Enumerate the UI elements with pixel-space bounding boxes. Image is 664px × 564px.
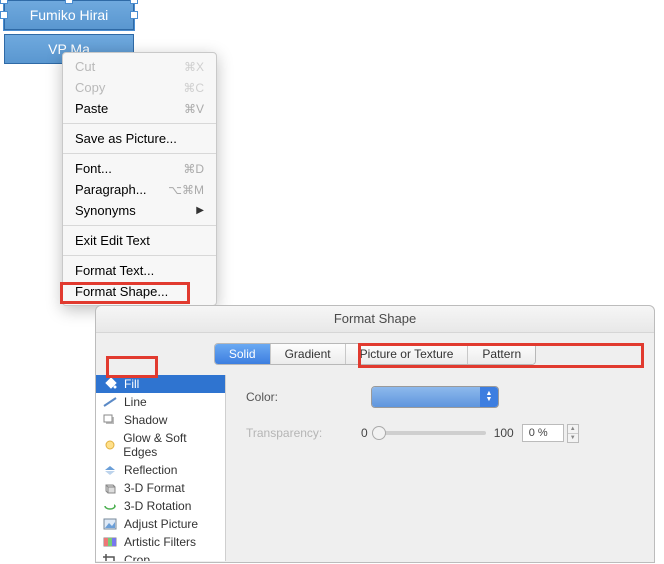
sidebar-item-label: Reflection <box>124 463 177 477</box>
transparency-value[interactable]: 0 % <box>522 424 564 442</box>
resize-handle-icon[interactable] <box>0 0 8 4</box>
ctx-separator <box>63 225 216 226</box>
resize-handle-icon[interactable] <box>130 0 138 4</box>
sidebar-item-label: Crop <box>124 553 150 561</box>
ctx-paragraph[interactable]: Paragraph... ⌥⌘M <box>63 179 216 200</box>
ctx-synonyms[interactable]: Synonyms ▶ <box>63 200 216 221</box>
ctx-format-shape[interactable]: Format Shape... <box>63 281 216 302</box>
ctx-cut: Cut ⌘X <box>63 56 216 77</box>
reflection-icon <box>102 463 118 477</box>
ctx-separator <box>63 255 216 256</box>
stepper-arrows-icon[interactable]: ▲▼ <box>480 387 498 407</box>
sidebar-item-3d-rotation[interactable]: 3-D Rotation <box>96 497 225 515</box>
sidebar-item-line[interactable]: Line <box>96 393 225 411</box>
ctx-label: Synonyms <box>75 203 136 218</box>
sidebar-item-shadow[interactable]: Shadow <box>96 411 225 429</box>
sidebar-item-artistic[interactable]: Artistic Filters <box>96 533 225 551</box>
shape-primary[interactable]: Fumiko Hirai <box>4 0 134 30</box>
color-swatch <box>372 387 480 407</box>
slider-max: 100 <box>494 426 514 440</box>
transparency-stepper[interactable]: ▲▼ <box>567 424 579 443</box>
sidebar-item-label: Adjust Picture <box>124 517 198 531</box>
ctx-label: Format Text... <box>75 263 154 278</box>
transparency-label: Transparency: <box>246 426 361 440</box>
ctx-shortcut: ⌘V <box>184 102 204 116</box>
resize-handle-icon[interactable] <box>0 11 8 19</box>
transparency-row: Transparency: 0 100 0 % ▲▼ <box>246 421 634 445</box>
sidebar-item-crop[interactable]: Crop <box>96 551 225 561</box>
transparency-slider[interactable] <box>376 431 486 435</box>
fill-type-tabs: Solid Gradient Picture or Texture Patter… <box>96 333 654 375</box>
ctx-font[interactable]: Font... ⌘D <box>63 158 216 179</box>
sidebar-item-3d-format[interactable]: 3-D Format <box>96 479 225 497</box>
category-sidebar: Fill Line Shadow Glow & Soft Edges <box>96 375 226 561</box>
tab-pattern[interactable]: Pattern <box>468 344 535 364</box>
ctx-separator <box>63 123 216 124</box>
sidebar-item-fill[interactable]: Fill <box>96 375 225 393</box>
fill-pane: Color: ▲▼ Transparency: 0 100 0 % ▲▼ <box>226 375 654 561</box>
resize-handle-icon[interactable] <box>130 11 138 19</box>
submenu-arrow-icon: ▶ <box>196 205 204 216</box>
ctx-label: Paste <box>75 101 108 116</box>
cube-icon <box>102 481 118 495</box>
ctx-label: Font... <box>75 161 112 176</box>
ctx-paste[interactable]: Paste ⌘V <box>63 98 216 119</box>
shadow-icon <box>102 413 118 427</box>
sidebar-item-adjust-picture[interactable]: Adjust Picture <box>96 515 225 533</box>
shape-text: Fumiko Hirai <box>30 7 109 23</box>
ctx-label: Save as Picture... <box>75 131 177 146</box>
sidebar-item-label: Shadow <box>124 413 167 427</box>
context-menu: Cut ⌘X Copy ⌘C Paste ⌘V Save as Picture.… <box>62 52 217 306</box>
tab-gradient[interactable]: Gradient <box>271 344 346 364</box>
ctx-copy: Copy ⌘C <box>63 77 216 98</box>
ctx-label: Exit Edit Text <box>75 233 150 248</box>
crop-icon <box>102 553 118 561</box>
ctx-shortcut: ⌘X <box>184 60 204 74</box>
ctx-exit-edit[interactable]: Exit Edit Text <box>63 230 216 251</box>
slider-min: 0 <box>361 426 368 440</box>
sidebar-item-label: Artistic Filters <box>124 535 196 549</box>
sidebar-item-label: Line <box>124 395 147 409</box>
sidebar-item-label: 3-D Format <box>124 481 185 495</box>
rotation-icon <box>102 499 118 513</box>
ctx-save-picture[interactable]: Save as Picture... <box>63 128 216 149</box>
paint-bucket-icon <box>102 377 118 391</box>
sidebar-item-glow[interactable]: Glow & Soft Edges <box>96 429 225 461</box>
ctx-separator <box>63 153 216 154</box>
dialog-title: Format Shape <box>96 306 654 333</box>
tab-picture-texture[interactable]: Picture or Texture <box>346 344 469 364</box>
color-label: Color: <box>246 390 361 404</box>
ctx-label: Copy <box>75 80 105 95</box>
line-icon <box>102 395 118 409</box>
color-row: Color: ▲▼ <box>246 385 634 409</box>
ctx-label: Cut <box>75 59 95 74</box>
filters-icon <box>102 535 118 549</box>
sidebar-item-label: Glow & Soft Edges <box>123 431 219 459</box>
ctx-shortcut: ⌘C <box>183 81 204 95</box>
sidebar-item-label: 3-D Rotation <box>124 499 191 513</box>
format-shape-dialog: Format Shape Solid Gradient Picture or T… <box>95 305 655 563</box>
ctx-shortcut: ⌥⌘M <box>168 183 204 197</box>
resize-handle-icon[interactable] <box>65 0 73 4</box>
ctx-label: Paragraph... <box>75 182 147 197</box>
sidebar-item-reflection[interactable]: Reflection <box>96 461 225 479</box>
ctx-format-text[interactable]: Format Text... <box>63 260 216 281</box>
sidebar-item-label: Fill <box>124 377 139 391</box>
ctx-label: Format Shape... <box>75 284 168 299</box>
glow-icon <box>102 438 117 452</box>
picture-icon <box>102 517 118 531</box>
tab-solid[interactable]: Solid <box>215 344 271 364</box>
color-picker[interactable]: ▲▼ <box>371 386 499 408</box>
ctx-shortcut: ⌘D <box>183 162 204 176</box>
